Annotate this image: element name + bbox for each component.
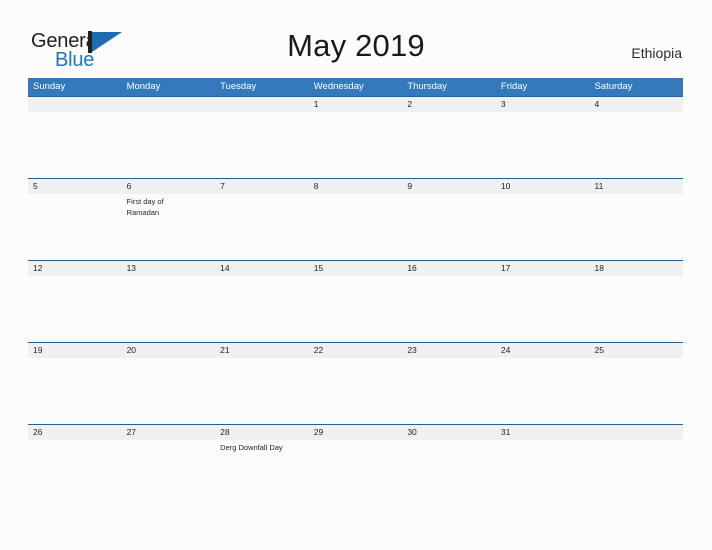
- day-cell-events[interactable]: [28, 276, 122, 342]
- calendar-page: General Blue May 2019 Ethiopia Sunday Mo…: [0, 0, 712, 550]
- date-number-band: 1 2 3 4: [28, 96, 683, 112]
- date-number-band: 12 13 14 15 16 17 18: [28, 260, 683, 276]
- event-label: First day of Ramadan: [126, 197, 164, 217]
- day-cell-events[interactable]: [28, 112, 122, 178]
- day-cell-number[interactable]: 3: [496, 97, 590, 112]
- day-cell-number[interactable]: 15: [309, 261, 403, 276]
- day-cell-events[interactable]: [496, 276, 590, 342]
- day-cell-events[interactable]: [496, 112, 590, 178]
- day-cell-events[interactable]: [309, 440, 403, 504]
- day-cell-number[interactable]: 8: [309, 179, 403, 194]
- day-cell-events[interactable]: [402, 112, 496, 178]
- calendar-week-row: 1 2 3 4: [28, 96, 683, 178]
- day-cell-number[interactable]: 7: [215, 179, 309, 194]
- day-cell-events[interactable]: [122, 358, 216, 424]
- day-cell-number[interactable]: 25: [589, 343, 683, 358]
- day-cell-number[interactable]: 24: [496, 343, 590, 358]
- day-cell-events[interactable]: [215, 112, 309, 178]
- day-cell-number[interactable]: 2: [402, 97, 496, 112]
- day-cell-number[interactable]: 18: [589, 261, 683, 276]
- day-cell-events[interactable]: [122, 112, 216, 178]
- calendar-week-row: 26 27 28 29 30 31 Derg Downfall Day: [28, 424, 683, 504]
- day-cell-events[interactable]: [496, 194, 590, 260]
- weekday-sunday: Sunday: [33, 81, 66, 92]
- calendar-week-row: 19 20 21 22 23 24 25: [28, 342, 683, 424]
- event-band: Derg Downfall Day: [28, 440, 683, 504]
- day-cell-events[interactable]: [28, 194, 122, 260]
- day-cell-events[interactable]: [402, 194, 496, 260]
- day-cell-events[interactable]: [496, 440, 590, 504]
- day-cell-number[interactable]: 10: [496, 179, 590, 194]
- day-cell-number[interactable]: 27: [122, 425, 216, 440]
- weekday-saturday: Saturday: [594, 81, 633, 92]
- day-cell-number[interactable]: 5: [28, 179, 122, 194]
- day-cell-number[interactable]: 29: [309, 425, 403, 440]
- day-cell-events[interactable]: Derg Downfall Day: [215, 440, 309, 504]
- day-cell-events[interactable]: [496, 358, 590, 424]
- day-cell-number[interactable]: 16: [402, 261, 496, 276]
- event-band: [28, 112, 683, 178]
- day-cell-events[interactable]: [589, 440, 683, 504]
- day-cell-number[interactable]: 1: [309, 97, 403, 112]
- day-cell-number[interactable]: 14: [215, 261, 309, 276]
- day-cell-events[interactable]: [589, 358, 683, 424]
- day-cell-number[interactable]: 31: [496, 425, 590, 440]
- calendar-week-row: 5 6 7 8 9 10 11 First day of Ramadan: [28, 178, 683, 260]
- day-cell-number[interactable]: 20: [122, 343, 216, 358]
- weekday-friday: Friday: [500, 81, 528, 92]
- event-band: [28, 358, 683, 424]
- day-cell-number[interactable]: [589, 425, 683, 440]
- day-cell-number[interactable]: [215, 97, 309, 112]
- day-cell-events[interactable]: [402, 440, 496, 504]
- event-band: First day of Ramadan: [28, 194, 683, 260]
- day-cell-number[interactable]: 13: [122, 261, 216, 276]
- date-number-band: 5 6 7 8 9 10 11: [28, 178, 683, 194]
- weekday-wednesday: Wednesday: [313, 81, 364, 92]
- calendar-grid: Sunday Monday Tuesday Wednesday Thursday…: [28, 78, 683, 504]
- weekday-monday: Monday: [126, 81, 161, 92]
- day-cell-number[interactable]: 26: [28, 425, 122, 440]
- day-cell-events[interactable]: [122, 440, 216, 504]
- day-cell-events[interactable]: [402, 276, 496, 342]
- weekday-thursday: Thursday: [407, 81, 447, 92]
- page-title: May 2019: [287, 28, 425, 63]
- day-cell-events[interactable]: [309, 358, 403, 424]
- day-cell-number[interactable]: 23: [402, 343, 496, 358]
- date-number-band: 19 20 21 22 23 24 25: [28, 342, 683, 358]
- day-cell-number[interactable]: 6: [122, 179, 216, 194]
- day-cell-events[interactable]: First day of Ramadan: [122, 194, 216, 260]
- country-label: Ethiopia: [631, 45, 682, 61]
- day-cell-events[interactable]: [309, 276, 403, 342]
- weekday-header-row: Sunday Monday Tuesday Wednesday Thursday…: [28, 78, 683, 96]
- day-cell-number[interactable]: 17: [496, 261, 590, 276]
- page-header: General Blue May 2019 Ethiopia: [0, 0, 712, 78]
- day-cell-number[interactable]: 28: [215, 425, 309, 440]
- day-cell-events[interactable]: [309, 112, 403, 178]
- day-cell-number[interactable]: 4: [589, 97, 683, 112]
- day-cell-number[interactable]: 30: [402, 425, 496, 440]
- event-band: [28, 276, 683, 342]
- day-cell-events[interactable]: [589, 194, 683, 260]
- weekday-tuesday: Tuesday: [220, 81, 257, 92]
- day-cell-number[interactable]: 11: [589, 179, 683, 194]
- day-cell-number[interactable]: 12: [28, 261, 122, 276]
- day-cell-events[interactable]: [309, 194, 403, 260]
- day-cell-number[interactable]: 21: [215, 343, 309, 358]
- day-cell-number[interactable]: 9: [402, 179, 496, 194]
- day-cell-number[interactable]: [28, 97, 122, 112]
- date-number-band: 26 27 28 29 30 31: [28, 424, 683, 440]
- day-cell-number[interactable]: 19: [28, 343, 122, 358]
- day-cell-events[interactable]: [589, 276, 683, 342]
- day-cell-events[interactable]: [122, 276, 216, 342]
- day-cell-events[interactable]: [402, 358, 496, 424]
- day-cell-events[interactable]: [215, 276, 309, 342]
- calendar-week-row: 12 13 14 15 16 17 18: [28, 260, 683, 342]
- day-cell-events[interactable]: [589, 112, 683, 178]
- day-cell-number[interactable]: [122, 97, 216, 112]
- day-cell-events[interactable]: [28, 440, 122, 504]
- day-cell-events[interactable]: [215, 194, 309, 260]
- day-cell-number[interactable]: 22: [309, 343, 403, 358]
- day-cell-events[interactable]: [28, 358, 122, 424]
- day-cell-events[interactable]: [215, 358, 309, 424]
